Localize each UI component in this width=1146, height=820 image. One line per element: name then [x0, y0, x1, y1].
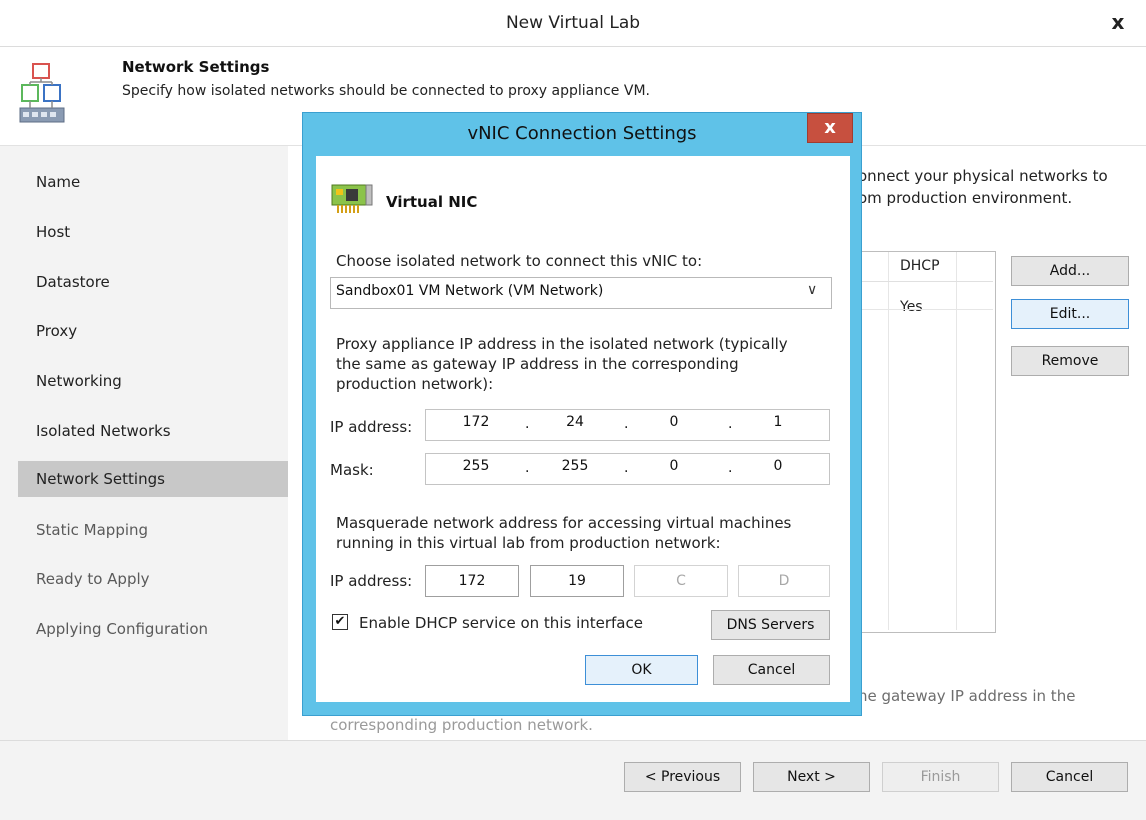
previous-button[interactable]: < Previous [624, 762, 741, 792]
isolated-network-select-value[interactable]: Sandbox01 VM Network (VM Network) [336, 283, 603, 299]
mask-label: Mask: [330, 461, 374, 479]
sidebar-item-datastore[interactable]: Datastore [36, 270, 110, 294]
sidebar-item-host[interactable]: Host [36, 220, 70, 244]
sidebar-item-isolated-networks[interactable]: Isolated Networks [36, 419, 171, 443]
masquerade-octet-2[interactable]: 19 [530, 565, 624, 597]
dns-servers-button[interactable]: DNS Servers [711, 610, 830, 640]
table-row-divider [859, 309, 993, 310]
mask-octet-3[interactable]: 0 [644, 458, 704, 474]
page-description-line-2: om production environment. [858, 189, 1073, 207]
page-description-line-1: onnect your physical networks to [858, 167, 1108, 185]
ip-dot-separator: . [728, 416, 733, 432]
masquerade-ip-label: IP address: [330, 572, 413, 590]
sidebar-item-networking[interactable]: Networking [36, 369, 122, 393]
vnic-dialog-close-button[interactable]: x [807, 113, 853, 143]
mask-octet-1[interactable]: 255 [446, 458, 506, 474]
ip-dot-separator: . [624, 416, 629, 432]
network-card-icon [331, 184, 373, 213]
table-header-dhcp[interactable]: DHCP [900, 258, 940, 274]
sidebar-item-name[interactable]: Name [36, 170, 80, 194]
add-button[interactable]: Add... [1011, 256, 1129, 286]
proxy-ip-octet-1[interactable]: 172 [446, 414, 506, 430]
network-settings-icon [19, 63, 65, 123]
proxy-ip-octet-2[interactable]: 24 [545, 414, 605, 430]
proxy-ip-octet-4[interactable]: 1 [748, 414, 808, 430]
virtual-nic-heading: Virtual NIC [386, 193, 478, 211]
proxy-ip-description: Proxy appliance IP address in the isolat… [336, 335, 788, 393]
cancel-button[interactable]: Cancel [1011, 762, 1128, 792]
sidebar-item-ready-to-apply: Ready to Apply [36, 570, 150, 588]
masquerade-description: Masquerade network address for accessing… [336, 514, 792, 552]
sidebar-item-proxy[interactable]: Proxy [36, 319, 77, 343]
next-button[interactable]: Next > [753, 762, 870, 792]
masquerade-octet-1[interactable]: 172 [425, 565, 519, 597]
sidebar-item-applying-configuration: Applying Configuration [36, 620, 209, 638]
page-description: onnect your physical networks to om prod… [858, 165, 1108, 209]
header-subtitle: Specify how isolated networks should be … [122, 83, 650, 99]
table-cell-dhcp[interactable]: Yes [900, 299, 923, 315]
ip-dot-separator: . [624, 460, 629, 476]
proxy-ip-octet-3[interactable]: 0 [644, 414, 704, 430]
proxy-ip-label: IP address: [330, 418, 413, 436]
ip-dot-separator: . [525, 416, 530, 432]
wizard-close-button[interactable]: x [1100, 8, 1136, 38]
footnote-text-covered: corresponding production network. [330, 716, 593, 734]
table-header-divider [859, 281, 993, 282]
dhcp-checkbox-label[interactable]: Enable DHCP service on this interface [359, 613, 643, 633]
finish-button: Finish [882, 762, 999, 792]
header-title: Network Settings [122, 58, 270, 76]
chevron-down-icon[interactable]: ∨ [807, 282, 817, 298]
footnote-text: he gateway IP address in the [858, 687, 1076, 705]
ok-button[interactable]: OK [585, 655, 698, 685]
masquerade-octet-4: D [738, 565, 830, 597]
edit-button[interactable]: Edit... [1011, 299, 1129, 329]
dialog-cancel-button[interactable]: Cancel [713, 655, 830, 685]
vnic-dialog-title: vNIC Connection Settings [467, 123, 697, 144]
masquerade-octet-3: C [634, 565, 728, 597]
dhcp-checkbox[interactable]: ✔ [332, 614, 348, 630]
wizard-title: New Virtual Lab [505, 13, 641, 33]
sidebar-item-network-settings[interactable]: Network Settings [36, 467, 165, 491]
remove-button[interactable]: Remove [1011, 346, 1129, 376]
mask-octet-2[interactable]: 255 [545, 458, 605, 474]
ip-dot-separator: . [525, 460, 530, 476]
sidebar-item-static-mapping: Static Mapping [36, 521, 149, 539]
mask-octet-4[interactable]: 0 [748, 458, 808, 474]
choose-network-label: Choose isolated network to connect this … [336, 252, 703, 270]
ip-dot-separator: . [728, 460, 733, 476]
